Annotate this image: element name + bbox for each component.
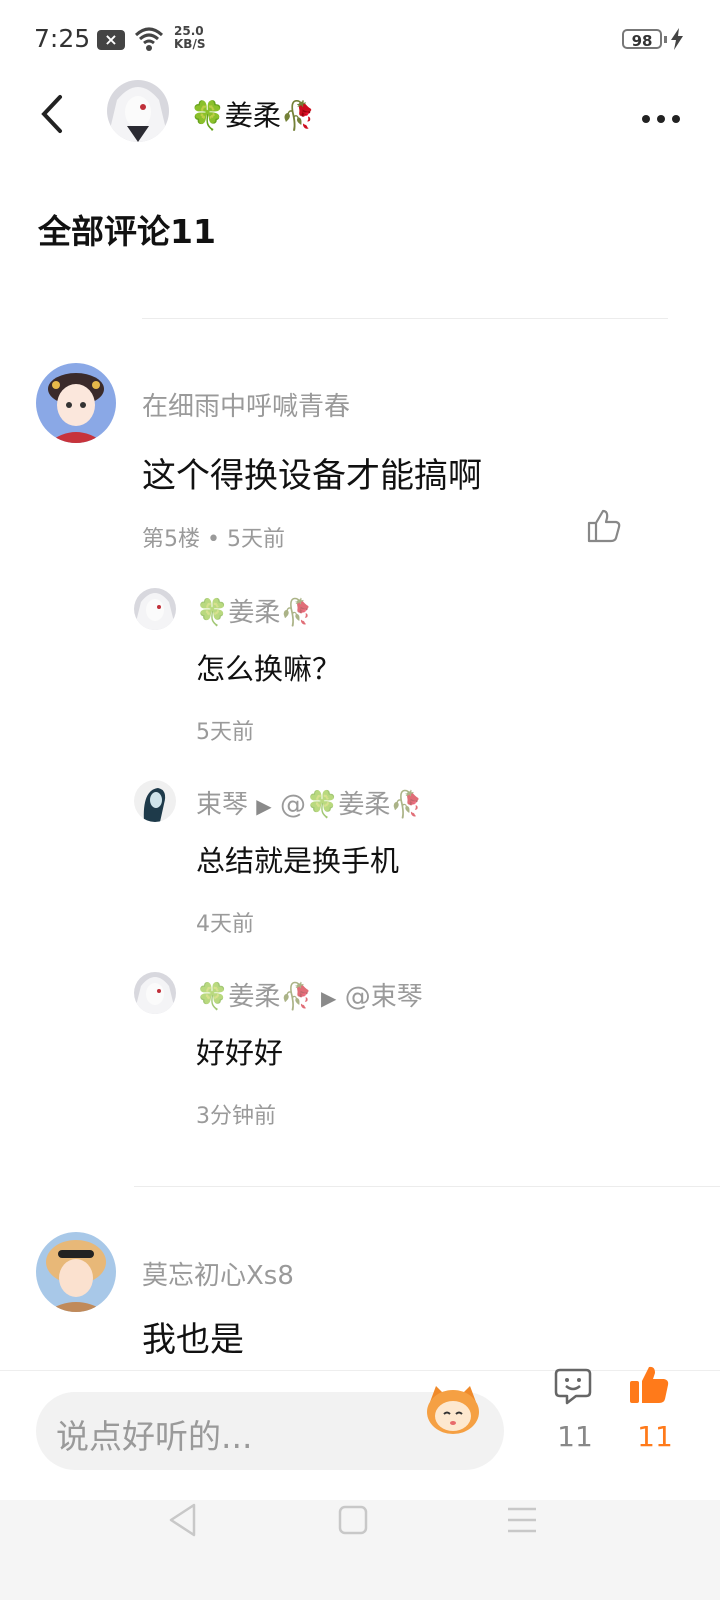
commenter-avatar[interactable] <box>36 1232 116 1312</box>
comment-icon[interactable] <box>554 1367 592 1407</box>
meta-separator: • <box>200 527 227 552</box>
status-time: 7:25 <box>34 24 91 53</box>
back-icon[interactable] <box>36 94 66 134</box>
reply-text: 好好好 <box>196 1036 284 1070</box>
nav-back-icon[interactable] <box>168 1503 198 1537</box>
divider <box>142 318 668 319</box>
reply-author[interactable]: 🍀姜柔🥀 ▶ @束琴 <box>196 976 423 1013</box>
mention-name: 姜柔 <box>338 790 391 820</box>
reply-author[interactable]: 🍀姜柔🥀 <box>196 592 313 629</box>
reply-mention[interactable]: @束琴 <box>345 982 423 1012</box>
like-filled-icon[interactable] <box>628 1364 670 1406</box>
nav-menu-icon[interactable] <box>506 1506 538 1534</box>
more-options-button[interactable] <box>642 108 687 127</box>
header-username[interactable]: 🍀姜柔🥀 <box>190 94 316 134</box>
reply-mention[interactable]: @🍀姜柔🥀 <box>280 790 423 820</box>
battery-level: 98 <box>622 29 662 50</box>
rose-icon: 🥀 <box>390 790 423 820</box>
dot-icon <box>657 115 665 123</box>
reply-author-text: 姜柔 <box>228 982 281 1012</box>
reply-arrow-icon: ▶ <box>321 986 337 1010</box>
speed-unit: KB/S <box>174 37 206 51</box>
reply-text: 总结就是换手机 <box>196 844 400 878</box>
reply-time: 5天前 <box>196 720 254 745</box>
reply-avatar[interactable] <box>134 972 176 1014</box>
section-title: 全部评论11 <box>38 212 216 251</box>
reply-author-text: 姜柔 <box>228 598 281 628</box>
comment-author[interactable]: 在细雨中呼喊青春 <box>142 386 350 423</box>
header-username-text: 姜柔 <box>224 99 281 132</box>
charging-icon <box>671 28 683 50</box>
comment-count: 11 <box>557 1420 593 1453</box>
reply-author[interactable]: 束琴 ▶ @🍀姜柔🥀 <box>196 784 423 821</box>
commenter-avatar[interactable] <box>36 363 116 443</box>
reply-avatar[interactable] <box>134 588 176 630</box>
comment-text: 我也是 <box>142 1320 244 1360</box>
comment-floor: 第5楼 <box>142 527 200 552</box>
reply-arrow-icon: ▶ <box>256 794 272 818</box>
dot-icon <box>672 115 680 123</box>
reply-avatar[interactable] <box>134 780 176 822</box>
clover-icon: 🍀 <box>190 99 225 132</box>
reply-text: 怎么换嘛？ <box>196 652 342 686</box>
emoji-sticker-icon[interactable] <box>424 1382 482 1438</box>
divider <box>134 1186 720 1187</box>
notification-x-icon: × <box>97 30 125 50</box>
like-count: 11 <box>637 1420 673 1453</box>
comment-meta: 第5楼 • 5天前 <box>142 521 285 553</box>
clover-icon: 🍀 <box>305 790 339 820</box>
nav-home-icon[interactable] <box>338 1505 368 1535</box>
reply-time: 3分钟前 <box>196 1104 276 1129</box>
rose-icon: 🥀 <box>280 982 313 1012</box>
clover-icon: 🍀 <box>196 598 229 628</box>
clover-icon: 🍀 <box>196 982 229 1012</box>
reply-time: 4天前 <box>196 912 254 937</box>
dot-icon <box>642 115 650 123</box>
rose-icon: 🥀 <box>280 598 313 628</box>
battery-tip <box>664 36 667 43</box>
comment-author[interactable]: 莫忘初心Xs8 <box>142 1255 294 1292</box>
comment-time: 5天前 <box>226 527 285 552</box>
rose-icon: 🥀 <box>280 99 316 132</box>
author-avatar[interactable] <box>107 80 169 142</box>
comment-text: 这个得换设备才能搞啊 <box>142 456 482 496</box>
wifi-icon <box>134 27 164 51</box>
comment-input-placeholder[interactable]: 说点好听的... <box>56 1410 252 1458</box>
like-icon[interactable] <box>586 508 622 544</box>
reply-author-text: 束琴 <box>196 790 249 820</box>
network-speed: 25.0 KB/S <box>174 25 205 51</box>
